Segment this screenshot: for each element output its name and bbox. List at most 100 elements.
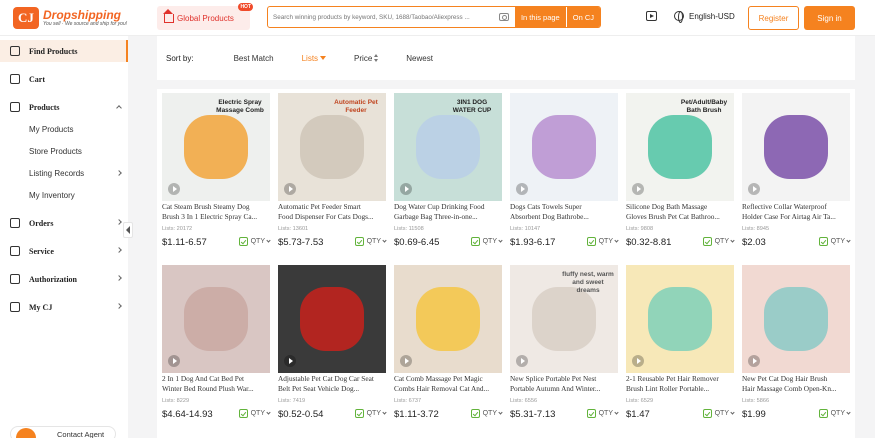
product-title[interactable]: Adjustable Pet Cat Dog Car Seat Belt Pet …: [278, 374, 386, 394]
product-card[interactable]: Electric Spray Massage Comb Cat Steam Bru…: [157, 89, 271, 259]
product-card[interactable]: 2-1 Reusable Pet Hair Remover Brush Lint …: [621, 261, 735, 431]
product-grid: Electric Spray Massage Comb Cat Steam Bru…: [157, 89, 855, 438]
qty-selector[interactable]: QTY: [586, 237, 619, 246]
play-icon[interactable]: [748, 183, 760, 195]
qty-selector[interactable]: QTY: [354, 409, 387, 418]
sort-bar: Sort by: Best Match Lists Price Newest: [157, 36, 855, 80]
cj-logo[interactable]: CJ Dropshipping You sell · We source and…: [13, 7, 127, 29]
qty-selector[interactable]: QTY: [470, 237, 503, 246]
product-image[interactable]: [626, 265, 734, 373]
product-price: $0.32-8.81: [626, 237, 672, 248]
play-icon[interactable]: [632, 355, 644, 367]
search-input[interactable]: [268, 7, 499, 27]
product-title[interactable]: Silicone Dog Bath Massage Gloves Brush Pe…: [626, 202, 734, 222]
language-selector[interactable]: English-USD: [689, 12, 735, 21]
cart-icon: [10, 74, 20, 84]
sort-lists[interactable]: Lists: [302, 54, 327, 63]
play-icon[interactable]: [400, 355, 412, 367]
sort-best-match[interactable]: Best Match: [234, 54, 274, 63]
product-title[interactable]: Cat Steam Brush Steamy Dog Brush 3 In 1 E…: [162, 202, 270, 222]
product-title[interactable]: Dogs Cats Towels Super Absorbent Dog Bath…: [510, 202, 618, 222]
product-card[interactable]: 3IN1 DOG WATER CUP Dog Water Cup Drinking…: [389, 89, 503, 259]
play-icon[interactable]: [284, 355, 296, 367]
product-card[interactable]: Cat Comb Massage Pet Magic Combs Hair Rem…: [389, 261, 503, 431]
product-image[interactable]: [394, 265, 502, 373]
sidebar-item-service[interactable]: Service: [0, 240, 128, 262]
product-title[interactable]: 2 In 1 Dog And Cat Bed Pet Winter Bed Rou…: [162, 374, 270, 394]
search-in-page-button[interactable]: In this page: [514, 7, 567, 27]
sidebar-item-products[interactable]: Products: [0, 96, 128, 118]
product-title-line: Gloves Brush Pet Cat Bathroo...: [626, 212, 720, 221]
sign-in-button[interactable]: Sign in: [804, 6, 855, 30]
contact-agent-button[interactable]: Contact Agent: [10, 426, 116, 438]
sidebar-item-orders[interactable]: Orders: [0, 212, 128, 234]
product-card[interactable]: Automatic Pet Feeder Automatic Pet Feeder…: [273, 89, 387, 259]
play-icon[interactable]: [516, 355, 528, 367]
play-icon[interactable]: [284, 183, 296, 195]
qty-selector[interactable]: QTY: [586, 409, 619, 418]
play-icon[interactable]: [168, 183, 180, 195]
inventory-check-icon: [238, 237, 248, 246]
sidebar-subitem-my-inventory[interactable]: My Inventory: [0, 184, 128, 206]
qty-selector[interactable]: QTY: [702, 409, 735, 418]
video-icon[interactable]: [646, 11, 657, 21]
product-photo: [184, 115, 248, 179]
play-icon[interactable]: [400, 183, 412, 195]
product-card[interactable]: Adjustable Pet Cat Dog Car Seat Belt Pet …: [273, 261, 387, 431]
globe-icon[interactable]: [674, 11, 684, 23]
product-title[interactable]: New Pet Cat Dog Hair Brush Hair Massage C…: [742, 374, 850, 394]
product-title[interactable]: Reflective Collar Waterproof Holder Case …: [742, 202, 850, 222]
qty-selector[interactable]: QTY: [470, 409, 503, 418]
product-card[interactable]: Pet/Adult/Baby Bath Brush Silicone Dog Ba…: [621, 89, 735, 259]
sidebar-item-find-products[interactable]: Find Products: [0, 40, 128, 62]
play-icon[interactable]: [168, 355, 180, 367]
product-image[interactable]: [162, 265, 270, 373]
product-title[interactable]: Automatic Pet Feeder Smart Food Dispenser…: [278, 202, 386, 222]
qty-selector[interactable]: QTY: [818, 237, 851, 246]
product-card[interactable]: Reflective Collar Waterproof Holder Case …: [737, 89, 851, 259]
search-on-cj-button[interactable]: On CJ: [566, 7, 600, 27]
sidebar-subitem-my-products[interactable]: My Products: [0, 118, 128, 140]
qty-selector[interactable]: QTY: [818, 409, 851, 418]
product-title-line: Food Dispenser For Cats Dogs...: [278, 212, 374, 221]
product-title[interactable]: Cat Comb Massage Pet Magic Combs Hair Rem…: [394, 374, 502, 394]
product-card[interactable]: 2 In 1 Dog And Cat Bed Pet Winter Bed Rou…: [157, 261, 271, 431]
product-image[interactable]: [742, 265, 850, 373]
product-image[interactable]: Automatic Pet Feeder: [278, 93, 386, 201]
qty-selector[interactable]: QTY: [238, 409, 271, 418]
qty-selector[interactable]: QTY: [238, 237, 271, 246]
play-icon[interactable]: [632, 183, 644, 195]
product-image[interactable]: 3IN1 DOG WATER CUP: [394, 93, 502, 201]
qty-selector[interactable]: QTY: [702, 237, 735, 246]
chevron-right-icon: [116, 275, 122, 281]
product-image[interactable]: [742, 93, 850, 201]
play-icon[interactable]: [516, 183, 528, 195]
product-price: $4.64-14.93: [162, 409, 213, 420]
camera-search-icon[interactable]: [498, 13, 509, 21]
product-image[interactable]: [278, 265, 386, 373]
register-button[interactable]: Register: [748, 6, 799, 30]
sidebar-collapse-button[interactable]: [123, 222, 133, 238]
product-image[interactable]: fluffy nest, warm and sweet dreams: [510, 265, 618, 373]
product-title[interactable]: Dog Water Cup Drinking Food Garbage Bag T…: [394, 202, 502, 222]
sidebar-item-cart[interactable]: Cart: [0, 68, 128, 90]
play-icon[interactable]: [748, 355, 760, 367]
qty-selector[interactable]: QTY: [354, 237, 387, 246]
sidebar-item-authorization[interactable]: Authorization: [0, 268, 128, 290]
sidebar-subitem-listing-records[interactable]: Listing Records: [0, 162, 128, 184]
sort-newest[interactable]: Newest: [406, 54, 433, 63]
product-title[interactable]: 2-1 Reusable Pet Hair Remover Brush Lint …: [626, 374, 734, 394]
product-image[interactable]: [510, 93, 618, 201]
product-photo: [648, 287, 712, 351]
sort-price[interactable]: Price: [354, 53, 379, 63]
product-image[interactable]: Electric Spray Massage Comb: [162, 93, 270, 201]
product-title[interactable]: New Splice Portable Pet Nest Portable Aut…: [510, 374, 618, 394]
product-lists-count: Lists: 11508: [394, 226, 424, 232]
sidebar-subitem-store-products[interactable]: Store Products: [0, 140, 128, 162]
product-card[interactable]: Dogs Cats Towels Super Absorbent Dog Bath…: [505, 89, 619, 259]
sidebar-item-my-cj[interactable]: My CJ: [0, 296, 128, 318]
product-card[interactable]: fluffy nest, warm and sweet dreams New Sp…: [505, 261, 619, 431]
global-products-button[interactable]: Global Products HOT: [157, 3, 253, 30]
product-image[interactable]: Pet/Adult/Baby Bath Brush: [626, 93, 734, 201]
product-card[interactable]: New Pet Cat Dog Hair Brush Hair Massage C…: [737, 261, 851, 431]
